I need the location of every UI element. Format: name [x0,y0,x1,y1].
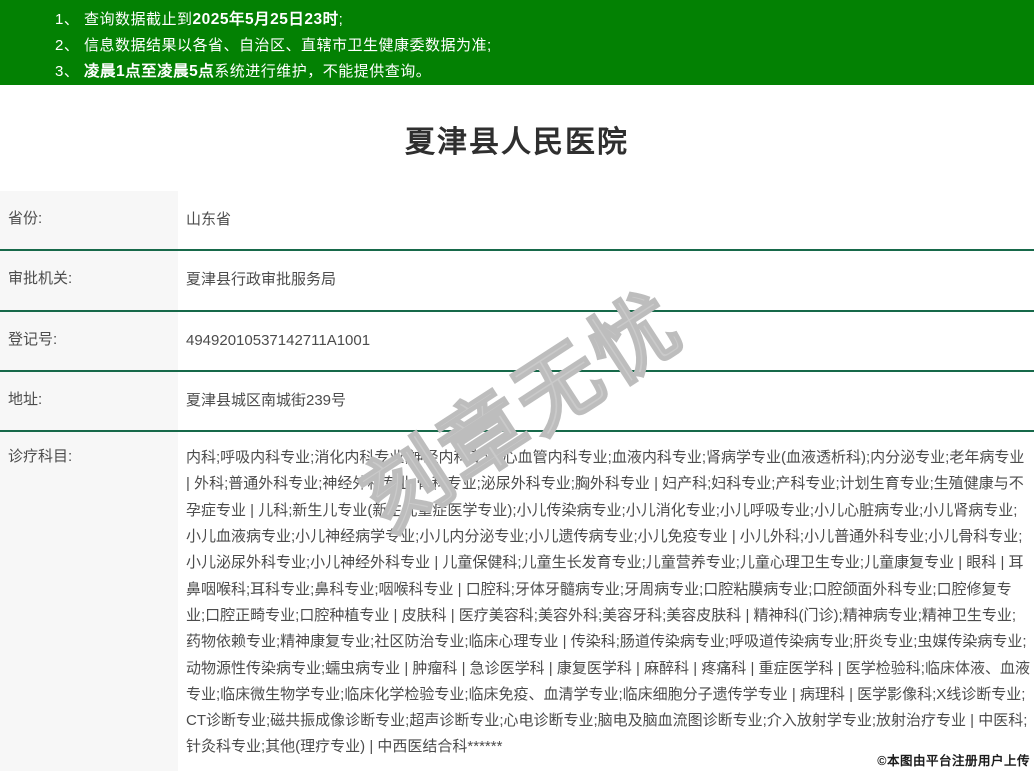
row-value: 山东省 [178,191,1034,249]
table-row-approval-authority: 审批机关: 夏津县行政审批服务局 [0,251,1034,311]
row-label: 审批机关: [0,251,178,309]
row-value: 49492010537142711A1001 [178,312,1034,370]
notice-line-1: 1、 查询数据截止到2025年5月25日23时; [55,7,1014,33]
notice-line-3: 3、 凌晨1点至凌晨5点系统进行维护，不能提供查询。 [55,59,1014,85]
table-row-registration-number: 登记号: 49492010537142711A1001 [0,312,1034,372]
row-label: 省份: [0,191,178,249]
notice-text: 3、 [55,63,84,80]
notice-text: ; [339,11,344,28]
notice-text: 1、 查询数据截止到 [55,11,193,28]
notice-text: 2、 信息数据结果以各省、自治区、直辖市卫生健康委数据为准; [55,37,492,54]
table-row-address: 地址: 夏津县城区南城街239号 [0,372,1034,432]
notice-bold-text: 2025年5月25日23时 [193,11,339,28]
table-row-medical-subjects: 诊疗科目: 内科;呼吸内科专业;消化内科专业;神经内科专业;心血管内科专业;血液… [0,432,1034,771]
upload-credit-text: ©本图由平台注册用户上传 [877,750,1030,769]
notice-text: 系统进行维护，不能提供查询。 [214,63,431,80]
notice-line-2: 2、 信息数据结果以各省、自治区、直辖市卫生健康委数据为准; [55,33,1014,59]
row-value: 内科;呼吸内科专业;消化内科专业;神经内科专业;心血管内科专业;血液内科专业;肾… [178,432,1034,771]
row-label: 登记号: [0,312,178,370]
detail-table: 省份: 山东省 审批机关: 夏津县行政审批服务局 登记号: 4949201053… [0,191,1034,771]
hospital-name-title: 夏津县人民医院 [0,117,1034,161]
row-label: 地址: [0,372,178,430]
row-value: 夏津县行政审批服务局 [178,251,1034,309]
notice-bold-text: 凌晨1点至凌晨5点 [84,63,214,80]
license-query-result-page: 1、 查询数据截止到2025年5月25日23时; 2、 信息数据结果以各省、自治… [0,0,1034,771]
notice-banner: 1、 查询数据截止到2025年5月25日23时; 2、 信息数据结果以各省、自治… [0,0,1034,85]
table-row-province: 省份: 山东省 [0,191,1034,251]
row-value: 夏津县城区南城街239号 [178,372,1034,430]
row-label: 诊疗科目: [0,432,178,771]
